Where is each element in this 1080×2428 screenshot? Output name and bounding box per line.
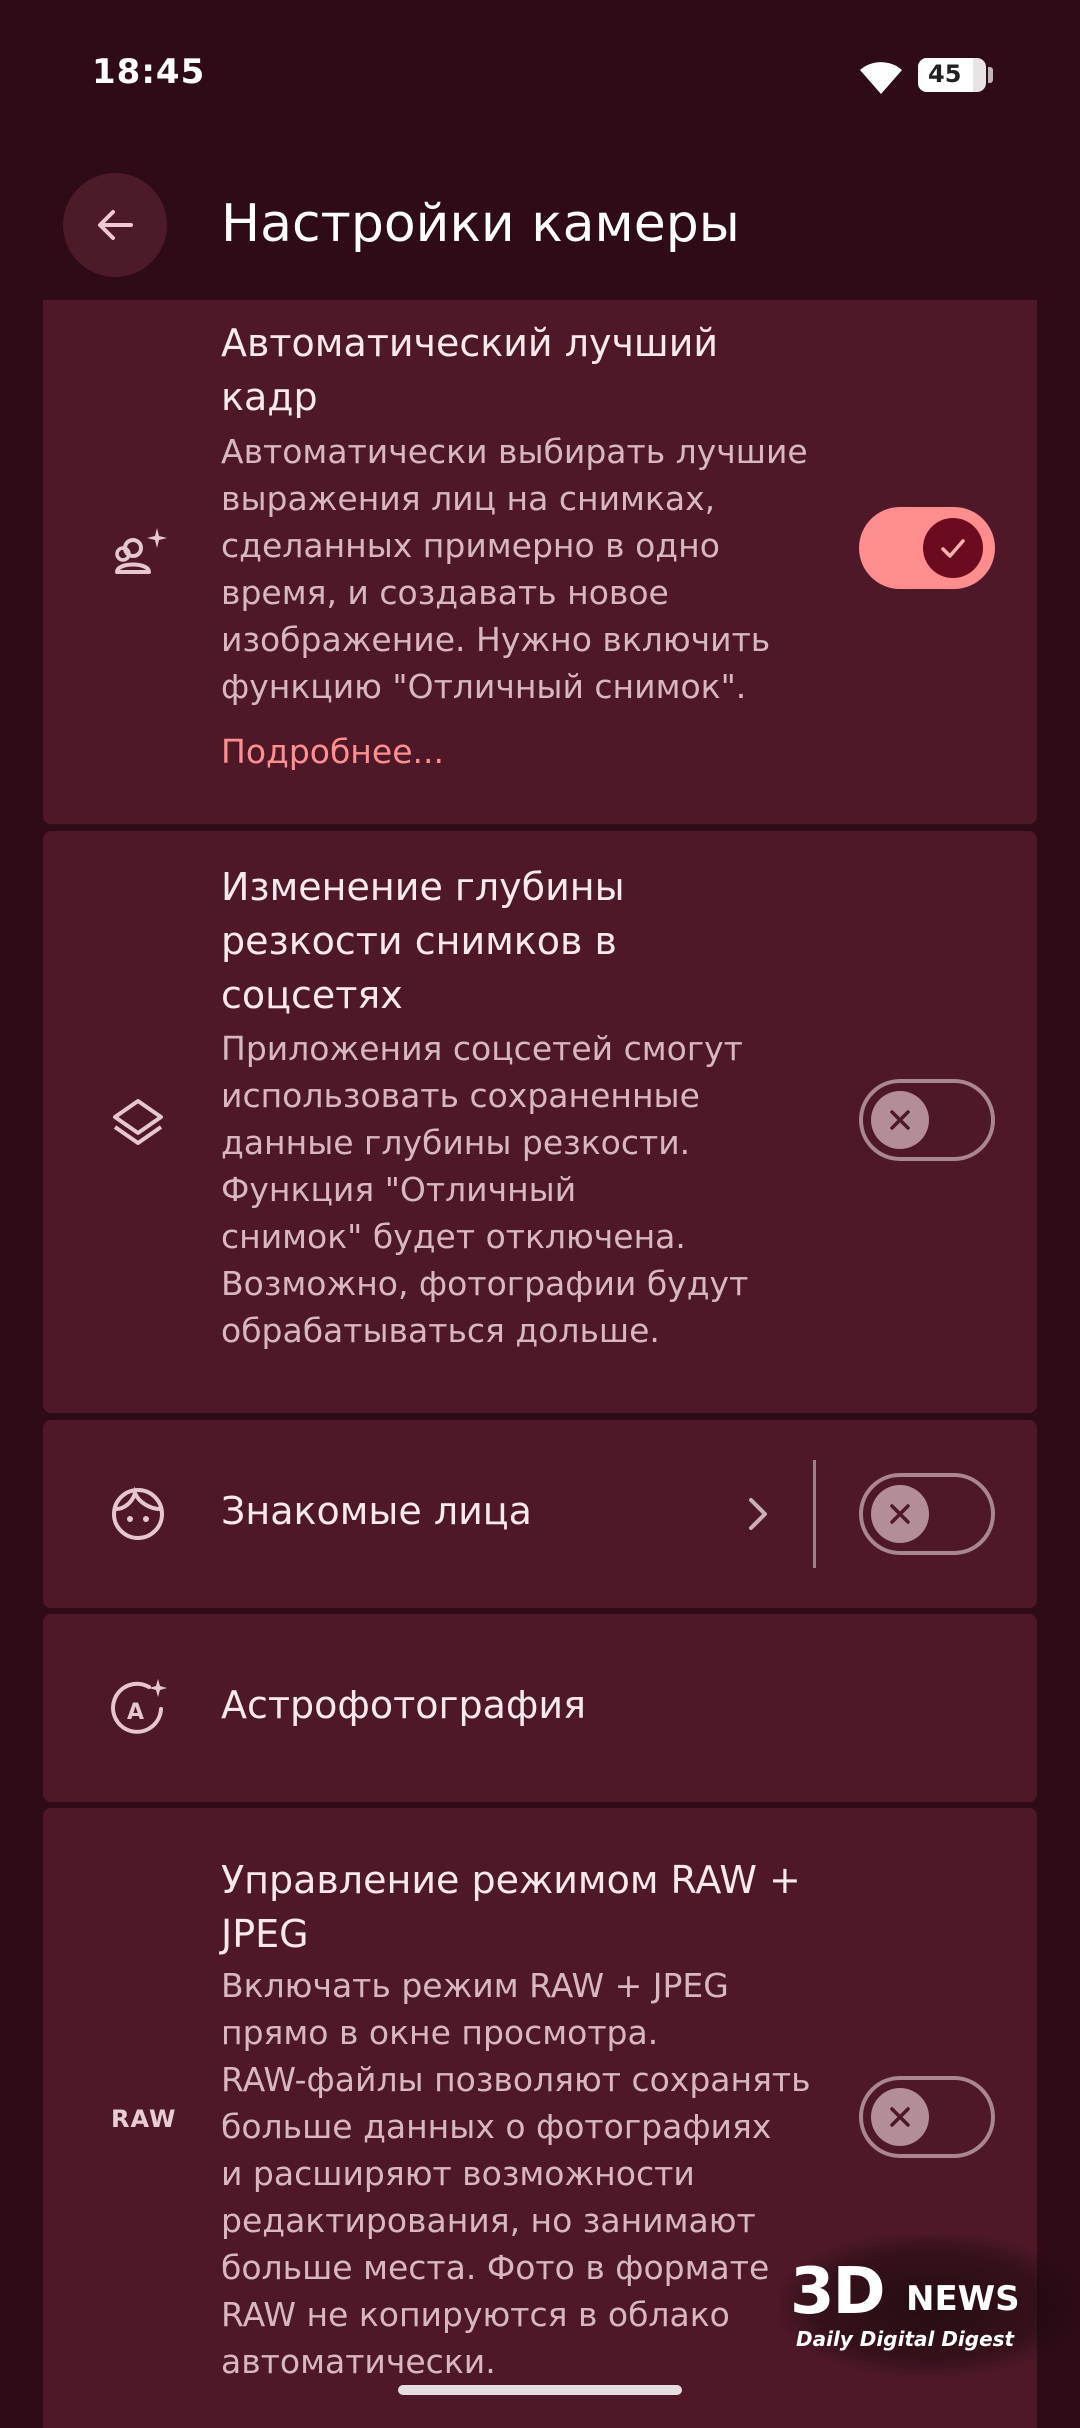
layers-icon — [103, 1087, 173, 1157]
social-depth-toggle[interactable] — [859, 1079, 995, 1161]
face-sparkle-icon — [103, 518, 173, 588]
auto-best-take-toggle[interactable] — [859, 507, 995, 589]
setting-title: Астрофотография — [221, 1683, 586, 1727]
watermark-logo: 3D NEWS Daily Digital Digest — [780, 2235, 1080, 2375]
divider — [813, 1460, 816, 1568]
raw-jpeg-toggle[interactable] — [859, 2076, 995, 2158]
back-button[interactable] — [63, 173, 167, 277]
learn-more-link[interactable]: Подробнее... — [221, 732, 444, 771]
setting-auto-best-take[interactable]: Автоматический лучший кадр Автоматически… — [43, 300, 1037, 824]
watermark-tagline: Daily Digital Digest — [796, 2327, 1015, 2351]
watermark-brand-suffix: NEWS — [906, 2279, 1020, 2319]
setting-astrophotography[interactable]: A Астрофотография — [43, 1614, 1037, 1802]
status-time: 18:45 — [92, 52, 206, 92]
astro-icon: A — [103, 1673, 173, 1743]
watermark-brand: 3D — [790, 2255, 886, 2329]
close-icon — [890, 1504, 910, 1524]
battery-icon: 45 — [918, 58, 986, 92]
close-icon — [890, 1110, 910, 1130]
page-title: Настройки камеры — [221, 194, 740, 254]
app-header: Настройки камеры — [0, 150, 1080, 300]
setting-title: Управление режимом RAW + JPEG — [221, 1858, 801, 1956]
close-icon — [890, 2107, 910, 2127]
setting-description: Автоматически выбирать лучшие выражения … — [221, 432, 808, 706]
familiar-faces-toggle[interactable] — [859, 1473, 995, 1555]
chevron-right-icon[interactable] — [743, 1492, 773, 1536]
status-bar: 18:45 45 — [0, 0, 1080, 150]
raw-icon: RAW — [111, 2105, 177, 2133]
setting-social-depth[interactable]: Изменение глубины резкости снимков в соц… — [43, 831, 1037, 1413]
check-icon — [941, 539, 965, 558]
face-icon — [103, 1479, 173, 1549]
wifi-icon — [860, 62, 902, 94]
svg-text:A: A — [127, 1700, 144, 1725]
setting-familiar-faces[interactable]: Знакомые лица — [43, 1420, 1037, 1608]
setting-description: Включать режим RAW + JPEG прямо в окне п… — [221, 1966, 811, 2381]
battery-level: 45 — [928, 60, 962, 88]
setting-title: Автоматический лучший кадр — [221, 321, 719, 419]
setting-description: Приложения соцсетей смогут использовать … — [221, 1029, 749, 1350]
arrow-left-icon — [98, 210, 133, 240]
setting-title: Изменение глубины резкости снимков в соц… — [221, 865, 625, 1017]
gesture-nav-handle[interactable] — [398, 2385, 682, 2395]
